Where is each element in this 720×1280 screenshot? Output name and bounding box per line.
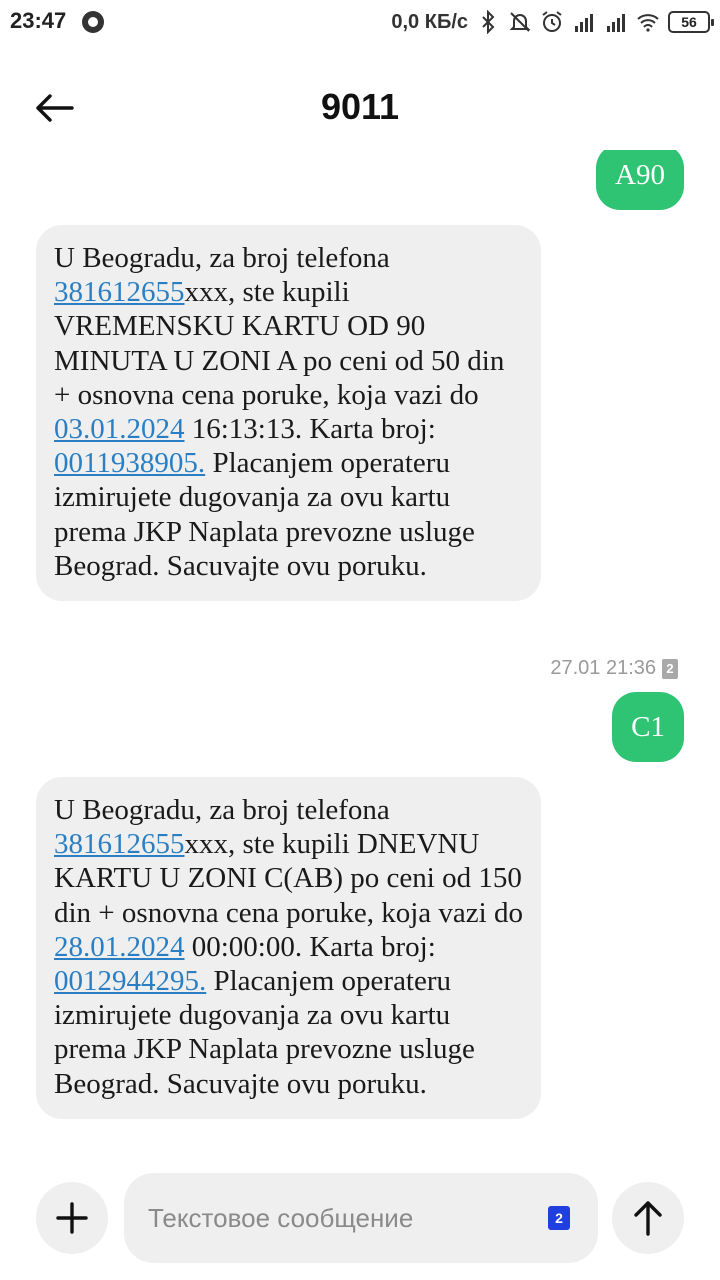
chrome-icon [82,11,104,33]
message-text: 16:13:13. Karta broj: [184,413,436,446]
conversation-header: 9011 [0,66,720,150]
send-arrow-icon [634,1201,662,1236]
sent-message-text: C1 [631,710,665,743]
status-time: 23:47 [10,8,67,33]
sent-message-text: A90 [615,159,665,191]
compose-bar: 2 [0,1160,720,1280]
message-text: U Beogradu, za broj telefona [54,794,390,826]
sim-select-icon[interactable]: 2 [548,1206,570,1230]
wifi-icon [637,14,659,32]
phone-link[interactable]: 381612655 [54,828,185,860]
message-input[interactable] [148,1173,528,1263]
plus-icon [56,1202,88,1234]
status-bar: 23:47 0,0 КБ/с 56 [0,0,720,44]
message-text: U Beogradu, za broj telefona [54,242,390,274]
phone-link[interactable]: 381612655 [54,276,185,308]
signal-icon [607,14,625,32]
send-button[interactable] [612,1182,684,1254]
message-input-container[interactable]: 2 [124,1173,598,1263]
date-link[interactable]: 28.01.2024 [54,931,185,963]
sent-message[interactable]: A90 [596,150,684,210]
date-link[interactable]: 03.01.2024 [54,413,185,445]
message-list[interactable]: A90 U Beogradu, za broj telefona 3816126… [0,150,720,1160]
network-speed: 0,0 КБ/с [391,10,468,33]
sent-message[interactable]: C1 [612,692,684,762]
message-text: 00:00:00. Karta broj: [184,930,436,963]
received-message[interactable]: U Beogradu, za broj telefona 381612655xx… [36,777,541,1119]
sim-icon: 2 [662,658,678,679]
contact-title: 9011 [320,86,400,127]
add-attachment-button[interactable] [36,1182,108,1254]
alarm-icon [542,11,562,32]
card-number-link[interactable]: 0012944295. [54,965,206,997]
muted-bell-icon [509,12,531,32]
card-number-link[interactable]: 0011938905. [54,447,205,479]
status-icons: 0,0 КБ/с 56 [391,6,714,38]
bluetooth-icon [482,10,495,34]
battery-icon: 56 [668,11,714,33]
timestamp-text: 27.01 21:36 [550,657,656,679]
signal-icon [575,14,593,32]
message-timestamp: 27.01 21:36 2 [550,657,678,680]
received-message[interactable]: U Beogradu, za broj telefona 381612655xx… [36,225,541,602]
